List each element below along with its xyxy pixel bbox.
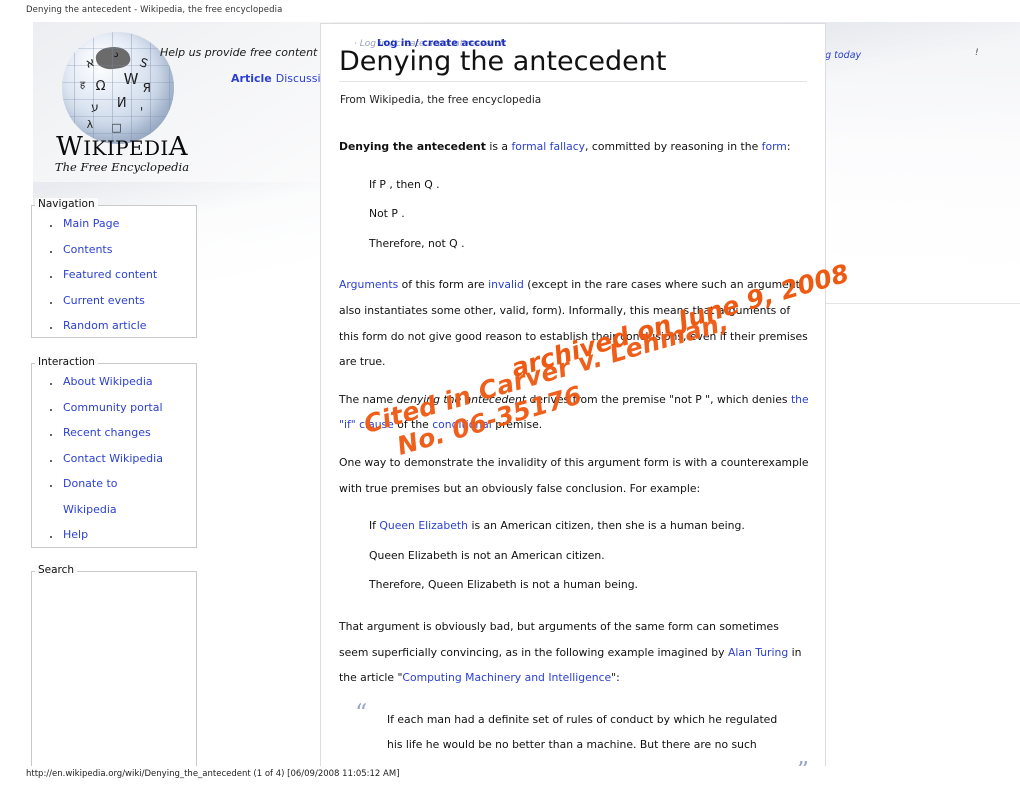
sidebar-portlet-interaction: Interaction About Wikipedia Community po… <box>31 356 197 548</box>
navigation-title: Navigation <box>35 198 98 210</box>
sidebar-item-label: Contents <box>63 242 113 256</box>
origin-text-2: derives from the premise "not P ", which… <box>526 392 791 406</box>
sidebar-item-community-portal[interactable]: Community portal <box>45 395 163 421</box>
link-conditional[interactable]: conditional <box>432 418 492 431</box>
sidebar-item-label: Recent changes <box>63 426 151 439</box>
wikipedia-tagline: The Free Encyclopedia <box>54 160 190 174</box>
link-invalid[interactable]: invalid <box>488 278 524 291</box>
sidebar-item-label: Community portal <box>63 400 163 414</box>
sidebar-item-about-wikipedia[interactable]: About Wikipedia <box>45 369 163 395</box>
tab-article[interactable]: Article <box>231 72 272 85</box>
sidebar-item-main-page[interactable]: Main Page <box>45 211 157 237</box>
wordmark-w: W <box>56 132 84 162</box>
article-panel: · Log in / create account research Log i… <box>320 23 826 766</box>
blockquote-text: If each man had a definite set of rules … <box>387 712 778 752</box>
title-underline <box>339 81 807 82</box>
sidebar-item-current-events[interactable]: Current events <box>45 288 157 314</box>
document-title: Denying the antecedent - Wikipedia, the … <box>26 5 283 15</box>
sidebar-item-donate-to-wikipedia-line2[interactable]: Wikipedia <box>45 497 163 523</box>
sidebar-item-label: Main Page <box>63 217 120 230</box>
sidebar-item-label: About Wikipedia <box>63 375 153 388</box>
turing-text-1: That argument is obviously bad, but argu… <box>339 619 779 659</box>
page-canvas: א د S Ω W Я ह ע И י λ □ WIKIPEDIA The Fr… <box>0 18 1020 766</box>
article-body: Denying the antecedent is a formal falla… <box>339 134 809 766</box>
paragraph-counterexample: One way to demonstrate the invalidity of… <box>339 455 809 495</box>
sidebar-item-featured-content[interactable]: Featured content <box>45 262 157 288</box>
sidebar-item-label: Featured content <box>63 268 158 281</box>
intro-text-2: , committed by reasoning in the <box>585 140 762 153</box>
paragraph-validity: Arguments of this form are invalid (exce… <box>339 272 809 374</box>
page-title: Denying the antecedent <box>339 46 667 77</box>
origin-text-4: premise. <box>491 418 543 432</box>
globe-glyphs: א د S Ω W Я ह ע И י λ □ <box>79 46 151 134</box>
article-term: Denying the antecedent <box>339 140 486 153</box>
status-bar: http://en.wikipedia.org/wiki/Denying_the… <box>26 769 400 779</box>
sidebar-item-label: Current events <box>63 293 145 307</box>
sidebar-item-random-article[interactable]: Random article <box>45 313 157 339</box>
link-arguments[interactable]: Arguments <box>339 278 398 291</box>
link-formal-fallacy[interactable]: formal fallacy <box>511 140 585 153</box>
link-computing-machinery-and-intelligence[interactable]: Computing Machinery and Intelligence <box>402 671 611 684</box>
example-line-1: If Queen Elizabeth is an American citize… <box>369 513 809 539</box>
sidebar-item-recent-changes[interactable]: Recent changes <box>45 420 163 446</box>
turing-text-3: ": <box>611 671 620 685</box>
link-form[interactable]: form <box>762 140 787 153</box>
wikipedia-globe-icon: א د S Ω W Я ह ע И י λ □ <box>62 32 174 144</box>
sidebar-item-label: Random article <box>63 319 147 332</box>
example-prefix: If <box>369 519 380 533</box>
sidebar-portlet-search: Search <box>31 564 197 766</box>
turing-blockquote: “ If each man had a definite set of rule… <box>339 700 809 766</box>
search-title: Search <box>35 564 78 576</box>
sidebar-item-label: Wikipedia <box>63 502 117 516</box>
sidebar-item-donate-to-wikipedia[interactable]: Donate to <box>45 471 163 497</box>
origin-text-3: of the <box>393 418 433 432</box>
validity-text-2: (except in the rare cases where such an … <box>339 278 808 369</box>
form-line-1: If P , then Q . <box>369 177 440 191</box>
link-queen-elizabeth[interactable]: Queen Elizabeth <box>379 519 468 532</box>
form-line-2: Not P . <box>369 207 405 221</box>
paragraph-name-origin: The name denying the antecedent derives … <box>339 387 809 438</box>
wordmark-mid: IKIPEDI <box>83 136 169 160</box>
sidebar-item-label: Contact Wikipedia <box>63 451 163 465</box>
origin-italic-term: denying the antecedent <box>396 392 527 406</box>
wikipedia-wordmark: WIKIPEDIA <box>48 132 196 162</box>
site-subtitle: From Wikipedia, the free encyclopedia <box>340 94 542 106</box>
header-divider-rule <box>822 303 1020 304</box>
interaction-list: About Wikipedia Community portal Recent … <box>45 369 163 548</box>
example-suffix: is an American citizen, then she is a hu… <box>468 519 745 533</box>
sidebar-item-contact-wikipedia[interactable]: Contact Wikipedia <box>45 446 163 472</box>
sidebar-item-label: Donate to <box>63 477 118 490</box>
form-line-3: Therefore, not Q . <box>369 236 465 250</box>
validity-text-1: of this form are <box>398 278 489 292</box>
paragraph-intro: Denying the antecedent is a formal falla… <box>339 134 809 160</box>
globe-missing-piece <box>94 44 131 72</box>
quote-close-icon: ” <box>797 759 809 766</box>
quote-open-icon: “ <box>355 698 368 727</box>
link-alan-turing[interactable]: Alan Turing <box>728 646 788 659</box>
example-line-2: Queen Elizabeth is not an American citiz… <box>369 548 605 562</box>
example-line-3: Therefore, Queen Elizabeth is not a huma… <box>369 578 638 592</box>
navigation-list: Main Page Contents Featured content Curr… <box>45 211 157 339</box>
intro-text-3: : <box>786 140 791 153</box>
interaction-title: Interaction <box>35 356 98 368</box>
wordmark-a: A <box>168 132 188 162</box>
origin-text-1: The name <box>339 392 397 406</box>
sidebar-item-help[interactable]: Help <box>45 522 163 548</box>
paragraph-turing: That argument is obviously bad, but argu… <box>339 614 809 691</box>
intro-text-1: is a <box>485 140 512 153</box>
sidebar-item-contents[interactable]: Contents <box>45 237 157 263</box>
search-box[interactable] <box>31 571 197 766</box>
sidebar-item-label: Help <box>63 528 89 541</box>
fundraiser-banner-tail: ! <box>975 48 979 58</box>
sidebar-portlet-navigation: Navigation Main Page Contents Featured c… <box>31 198 197 339</box>
